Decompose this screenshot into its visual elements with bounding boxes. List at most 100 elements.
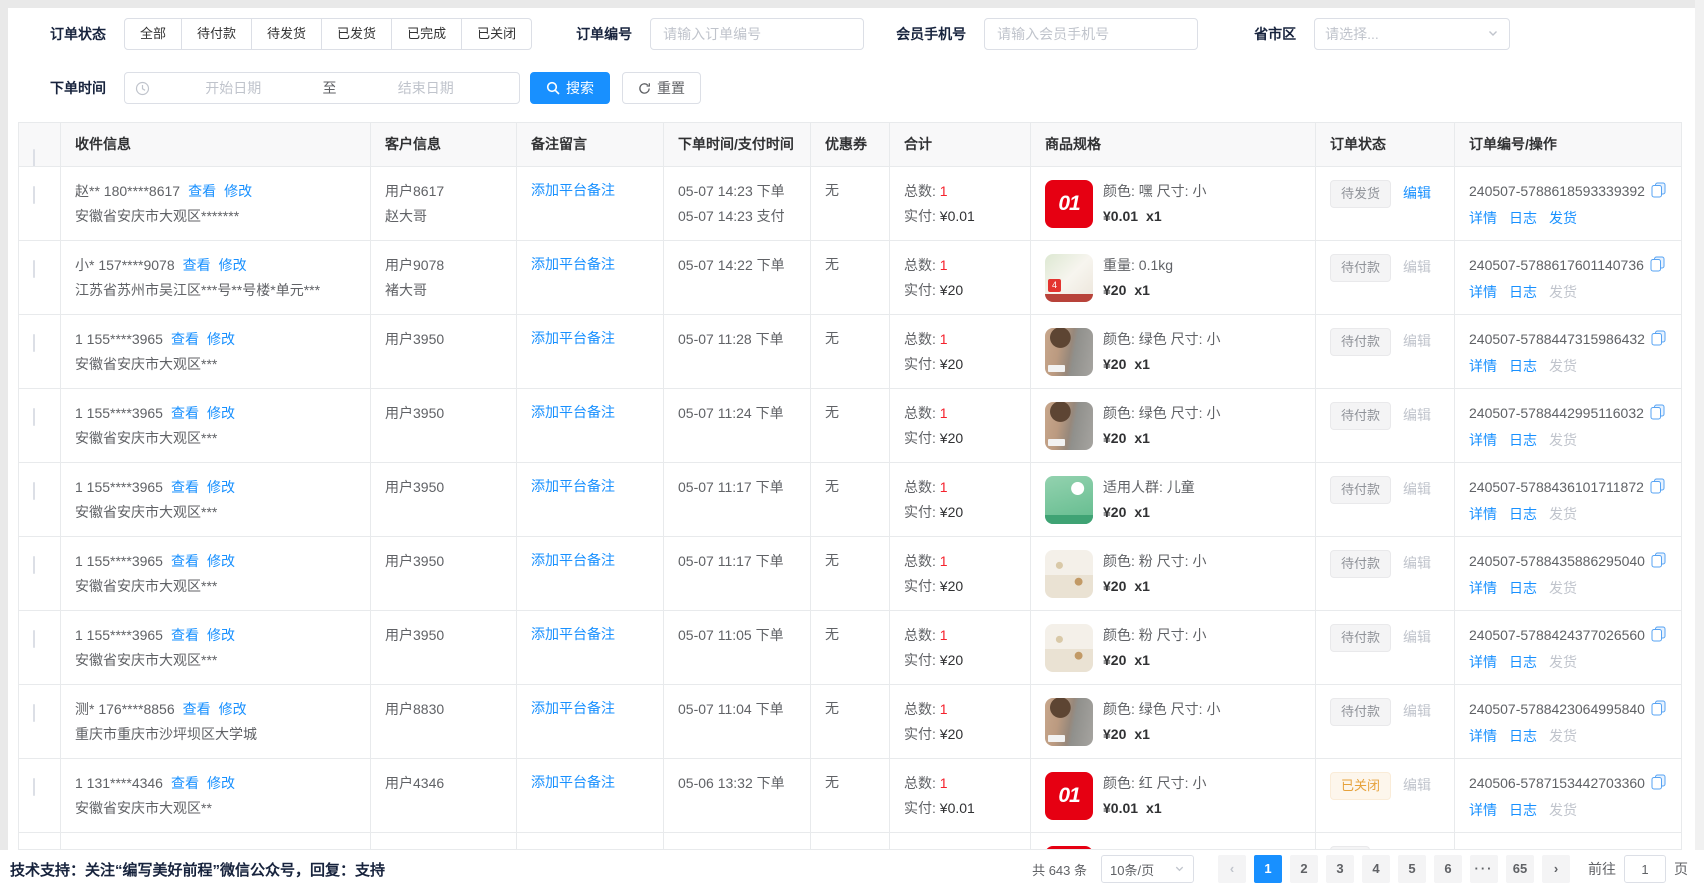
add-remark-link[interactable]: 添加平台备注 [531, 404, 615, 420]
more-pages-button[interactable]: ··· [1470, 855, 1498, 883]
last-page-button[interactable]: 65 [1506, 855, 1534, 883]
log-link[interactable]: 日志 [1509, 802, 1537, 818]
member-phone-input[interactable] [984, 18, 1198, 50]
copy-icon[interactable] [1650, 404, 1665, 426]
copy-icon[interactable] [1651, 774, 1666, 796]
search-button[interactable]: 搜索 [530, 72, 610, 104]
order-no-input[interactable] [650, 18, 864, 50]
modify-link[interactable]: 修改 [207, 479, 235, 495]
view-link[interactable]: 查看 [171, 553, 199, 569]
copy-icon[interactable] [1651, 626, 1666, 648]
product-thumbnail: 4 [1045, 254, 1093, 302]
modify-link[interactable]: 修改 [224, 183, 252, 199]
view-link[interactable]: 查看 [171, 775, 199, 791]
detail-link[interactable]: 详情 [1469, 284, 1497, 300]
add-remark-link[interactable]: 添加平台备注 [531, 182, 615, 198]
row-checkbox[interactable] [33, 334, 35, 352]
page-button-1[interactable]: 1 [1254, 855, 1282, 883]
copy-icon[interactable] [1651, 700, 1666, 722]
recipient-address: 安徽省安庆市大观区******* [75, 205, 356, 227]
order-status-option-4[interactable]: 已完成 [391, 18, 462, 50]
log-link[interactable]: 日志 [1509, 432, 1537, 448]
view-link[interactable]: 查看 [183, 257, 211, 273]
detail-link[interactable]: 详情 [1469, 432, 1497, 448]
modify-link[interactable]: 修改 [219, 257, 247, 273]
next-page-button[interactable]: › [1542, 855, 1570, 883]
order-time-range-picker[interactable]: 开始日期 至 结束日期 [124, 72, 520, 104]
log-link[interactable]: 日志 [1509, 358, 1537, 374]
ship-link[interactable]: 发货 [1549, 210, 1577, 226]
row-checkbox[interactable] [33, 186, 35, 204]
row-checkbox[interactable] [33, 260, 35, 278]
order-status-option-1[interactable]: 待付款 [181, 18, 252, 50]
copy-icon[interactable] [1650, 256, 1665, 278]
log-link[interactable]: 日志 [1509, 210, 1537, 226]
add-remark-link[interactable]: 添加平台备注 [531, 626, 615, 642]
modify-link[interactable]: 修改 [207, 553, 235, 569]
customer-cell: 用户3950 [371, 611, 517, 684]
row-checkbox[interactable] [33, 704, 35, 722]
modify-link[interactable]: 修改 [207, 405, 235, 421]
total-label: 总数: [904, 405, 940, 421]
copy-icon[interactable] [1650, 478, 1665, 500]
detail-link[interactable]: 详情 [1469, 580, 1497, 596]
detail-link[interactable]: 详情 [1469, 358, 1497, 374]
row-checkbox[interactable] [33, 630, 35, 648]
page-size-select[interactable]: 10条/页 [1101, 855, 1194, 883]
row-checkbox[interactable] [33, 778, 35, 796]
recipient-cell: 1 155****3965查看修改安徽省安庆市大观区*** [61, 463, 371, 536]
page-button-4[interactable]: 4 [1362, 855, 1390, 883]
add-remark-link[interactable]: 添加平台备注 [531, 552, 615, 568]
edit-order-link[interactable]: 编辑 [1403, 185, 1431, 201]
modify-link[interactable]: 修改 [207, 775, 235, 791]
page-button-2[interactable]: 2 [1290, 855, 1318, 883]
view-link[interactable]: 查看 [188, 183, 216, 199]
row-checkbox[interactable] [33, 482, 35, 500]
detail-link[interactable]: 详情 [1469, 728, 1497, 744]
region-select[interactable]: 请选择... [1314, 18, 1510, 50]
page-button-3[interactable]: 3 [1326, 855, 1354, 883]
view-link[interactable]: 查看 [171, 405, 199, 421]
detail-link[interactable]: 详情 [1469, 210, 1497, 226]
copy-icon[interactable] [1651, 182, 1666, 204]
vertical-scrollbar[interactable] [1695, 0, 1704, 888]
copy-icon[interactable] [1651, 330, 1666, 352]
detail-link[interactable]: 详情 [1469, 654, 1497, 670]
page-button-5[interactable]: 5 [1398, 855, 1426, 883]
view-link[interactable]: 查看 [171, 479, 199, 495]
modify-link[interactable]: 修改 [207, 331, 235, 347]
goto-page-input[interactable] [1624, 855, 1666, 883]
add-remark-link[interactable]: 添加平台备注 [531, 774, 615, 790]
end-date-placeholder[interactable]: 结束日期 [343, 78, 510, 98]
log-link[interactable]: 日志 [1509, 284, 1537, 300]
log-link[interactable]: 日志 [1509, 506, 1537, 522]
copy-icon[interactable] [1651, 552, 1666, 574]
view-link[interactable]: 查看 [171, 627, 199, 643]
reset-button[interactable]: 重置 [622, 72, 701, 104]
add-remark-link[interactable]: 添加平台备注 [531, 478, 615, 494]
log-link[interactable]: 日志 [1509, 654, 1537, 670]
detail-link[interactable]: 详情 [1469, 802, 1497, 818]
order-status-option-3[interactable]: 已发货 [321, 18, 392, 50]
modify-link[interactable]: 修改 [219, 701, 247, 717]
order-status-option-2[interactable]: 待发货 [251, 18, 322, 50]
order-status-tag: 待付款 [1330, 624, 1391, 652]
view-link[interactable]: 查看 [183, 701, 211, 717]
detail-link[interactable]: 详情 [1469, 506, 1497, 522]
order-ops-line: 详情日志发货 [1469, 577, 1669, 599]
order-status-option-0[interactable]: 全部 [124, 18, 182, 50]
log-link[interactable]: 日志 [1509, 580, 1537, 596]
log-link[interactable]: 日志 [1509, 728, 1537, 744]
recipient-cell: 小* 157****9078查看修改江苏省苏州市吴江区***号**号楼*单元**… [61, 241, 371, 314]
add-remark-link[interactable]: 添加平台备注 [531, 330, 615, 346]
start-date-placeholder[interactable]: 开始日期 [150, 78, 317, 98]
add-remark-link[interactable]: 添加平台备注 [531, 700, 615, 716]
row-checkbox[interactable] [33, 556, 35, 574]
select-all-checkbox[interactable] [33, 149, 35, 166]
view-link[interactable]: 查看 [171, 331, 199, 347]
order-status-option-5[interactable]: 已关闭 [461, 18, 532, 50]
row-checkbox[interactable] [33, 408, 35, 426]
page-button-6[interactable]: 6 [1434, 855, 1462, 883]
modify-link[interactable]: 修改 [207, 627, 235, 643]
add-remark-link[interactable]: 添加平台备注 [531, 256, 615, 272]
